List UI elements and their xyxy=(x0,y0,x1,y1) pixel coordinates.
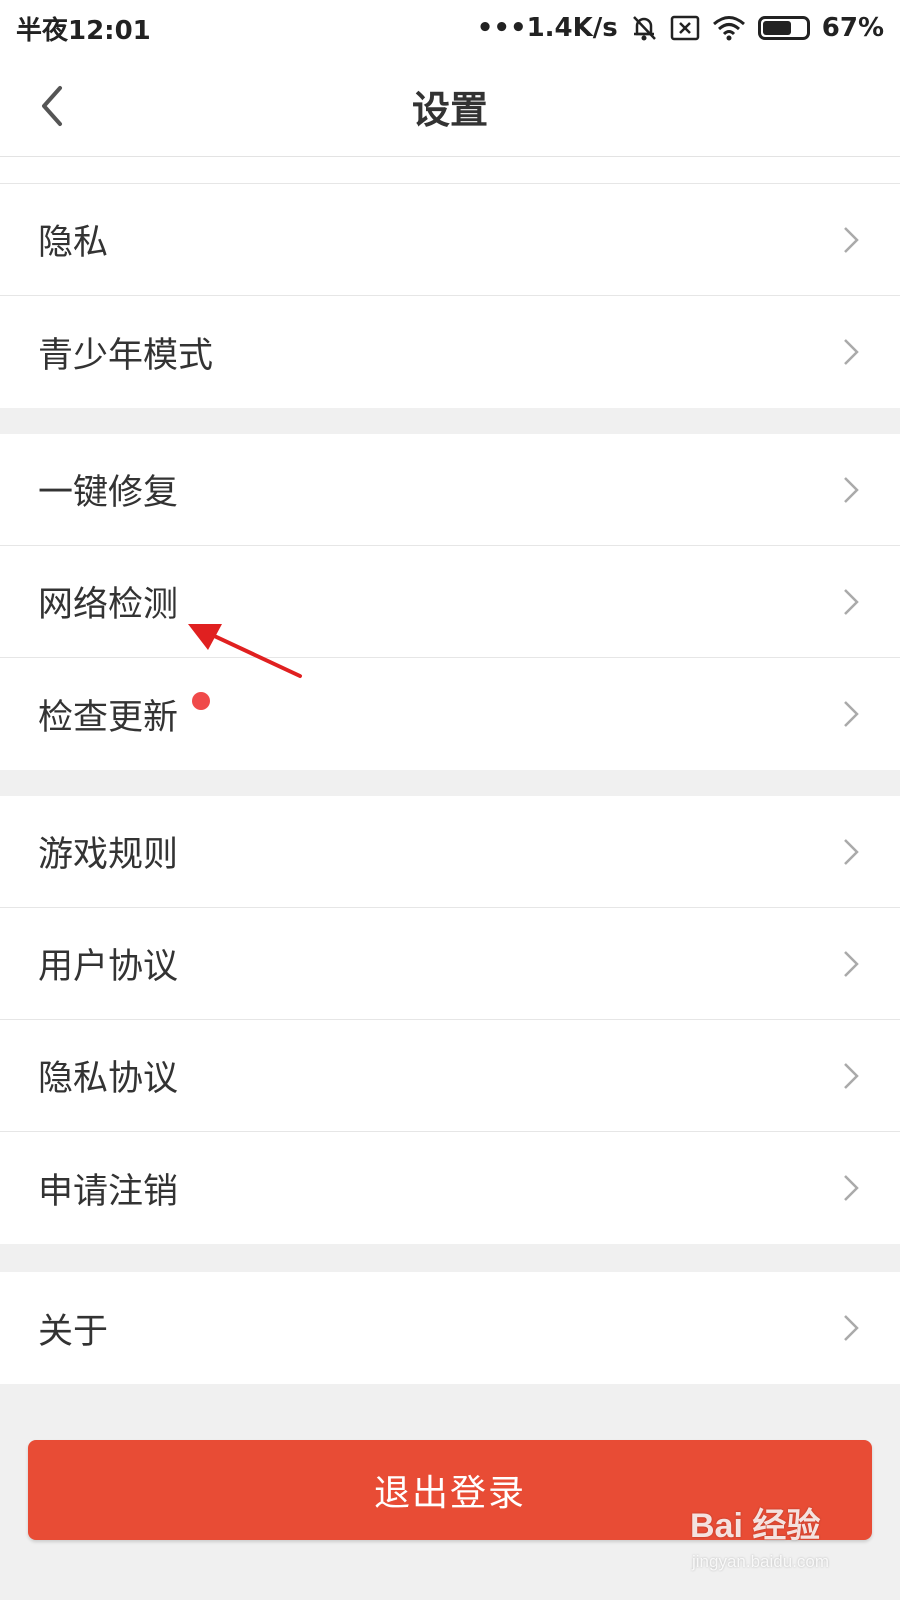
settings-item-privacy[interactable]: 隐私 xyxy=(0,184,900,296)
settings-item-label: 一键修复 xyxy=(38,473,179,513)
settings-item-label: 网络检测 xyxy=(38,585,179,625)
settings-item-label: 青少年模式 xyxy=(38,335,214,376)
chevron-right-icon xyxy=(842,335,864,369)
chevron-right-icon xyxy=(842,473,864,507)
bell-off-icon xyxy=(630,13,658,43)
back-button[interactable] xyxy=(26,80,78,132)
settings-item-one-click-repair[interactable]: 一键修复 xyxy=(0,434,900,546)
settings-item-label: 游戏规则 xyxy=(38,835,179,875)
chevron-right-icon xyxy=(842,947,864,981)
wifi-icon xyxy=(712,15,746,41)
sim-off-icon xyxy=(670,15,700,41)
settings-item-teen-mode[interactable]: 青少年模式 xyxy=(0,296,900,408)
scrolled-list-top xyxy=(0,157,900,184)
settings-item-label: 用户协议 xyxy=(38,947,179,987)
chevron-left-icon xyxy=(42,86,62,126)
chevron-right-icon xyxy=(842,1059,864,1093)
baidu-watermark: Bai 经验 jingyan.baidu.com xyxy=(690,1498,890,1588)
chevron-right-icon xyxy=(842,1171,864,1205)
settings-group-1: 隐私 青少年模式 xyxy=(0,184,900,408)
update-badge xyxy=(192,692,210,710)
settings-item-label: 隐私协议 xyxy=(38,1059,179,1099)
chevron-right-icon xyxy=(842,835,864,869)
network-speed: •••1.4K/s xyxy=(476,13,618,43)
settings-item-label: 检查更新 xyxy=(38,697,179,738)
settings-item-label: 申请注销 xyxy=(38,1171,179,1212)
settings-item-cancel-account[interactable]: 申请注销 xyxy=(0,1132,900,1244)
chevron-right-icon xyxy=(842,1311,864,1345)
settings-item-user-agreement[interactable]: 用户协议 xyxy=(0,908,900,1020)
settings-item-check-update[interactable]: 检查更新 xyxy=(0,658,900,770)
settings-group-3: 游戏规则 用户协议 隐私协议 申请注销 xyxy=(0,796,900,1244)
nav-bar: 设置 xyxy=(0,56,900,157)
logout-label: 退出登录 xyxy=(373,1473,526,1514)
watermark-url: jingyan.baidu.com xyxy=(692,1552,830,1571)
annotation-arrow-icon xyxy=(188,624,302,678)
settings-item-network-check[interactable]: 网络检测 xyxy=(0,546,900,658)
settings-item-about[interactable]: 关于 xyxy=(0,1272,900,1384)
page-title: 设置 xyxy=(411,87,488,132)
settings-item-label: 关于 xyxy=(38,1311,109,1352)
chevron-right-icon xyxy=(842,697,864,731)
settings-item-label: 隐私 xyxy=(38,223,109,263)
battery-percent: 67% xyxy=(821,13,884,43)
settings-item-privacy-agreement[interactable]: 隐私协议 xyxy=(0,1020,900,1132)
chevron-right-icon xyxy=(842,223,864,257)
status-time: 半夜12:01 xyxy=(16,15,151,46)
status-bar: 半夜12:01 •••1.4K/s 67% xyxy=(0,0,900,56)
battery-icon xyxy=(757,16,810,40)
settings-group-2: 一键修复 网络检测 检查更新 xyxy=(0,434,900,770)
chevron-right-icon xyxy=(842,585,864,619)
settings-item-game-rules[interactable]: 游戏规则 xyxy=(0,796,900,908)
watermark-brand: Bai 经验 xyxy=(690,1507,821,1545)
settings-group-4: 关于 xyxy=(0,1272,900,1384)
status-icons: •••1.4K/s 67% xyxy=(477,13,884,43)
